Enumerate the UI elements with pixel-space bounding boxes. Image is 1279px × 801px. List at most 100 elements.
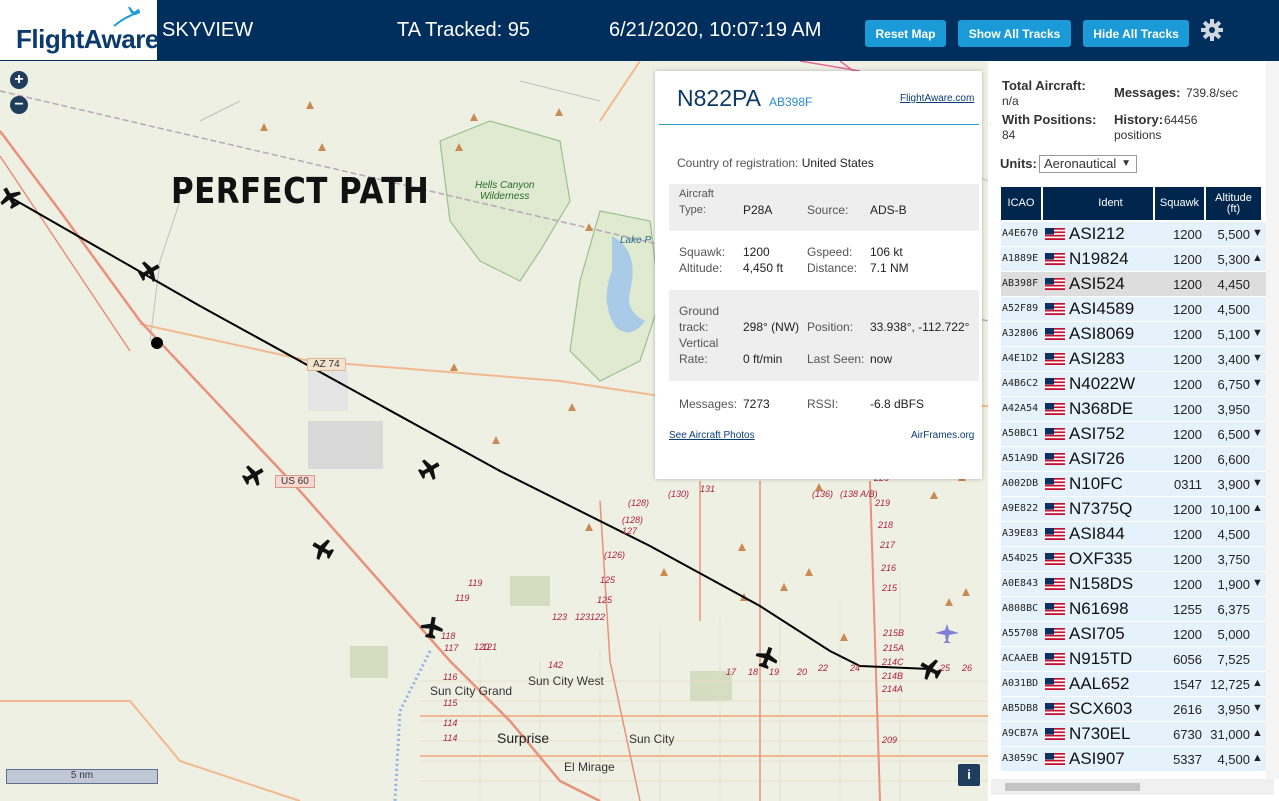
airframes-link[interactable]: AirFrames.org xyxy=(911,430,974,441)
popup-divider xyxy=(659,124,979,125)
row-icao: A1889E xyxy=(1002,253,1039,264)
row-squawk: 1200 xyxy=(1173,552,1202,567)
aircraft-photos-link[interactable]: See Aircraft Photos xyxy=(669,430,755,441)
us-flag-icon xyxy=(1045,253,1065,265)
top-bar: FlightAware SKYVIEW TA Tracked: 95 6/21/… xyxy=(0,0,1279,62)
popup-messages-label: Messages: xyxy=(679,397,738,411)
row-altitude: 3,900 xyxy=(1217,477,1250,492)
gear-icon[interactable] xyxy=(1200,18,1224,42)
messages-value: 739.8/sec xyxy=(1186,86,1239,100)
table-row[interactable]: A54D25 OXF335 1200 3,750 xyxy=(1001,547,1268,572)
info-button[interactable]: i xyxy=(958,764,980,786)
type-value: P28A xyxy=(743,203,773,217)
table-row[interactable]: AB398F ASI524 1200 4,450 xyxy=(1001,272,1268,297)
speed-block: Squawk: 1200 Gspeed: 106 kt Altitude: 4,… xyxy=(669,239,979,281)
table-row[interactable]: A9CB7A N730EL 6730 31,000 ▲ xyxy=(1001,722,1268,747)
road-number: 116 xyxy=(443,672,458,682)
with-positions-label: With Positions: xyxy=(1002,112,1097,127)
col-ident-header[interactable]: Ident xyxy=(1068,187,1155,220)
table-row[interactable]: A55708 ASI705 1200 5,000 xyxy=(1001,622,1268,647)
lastseen-label: Last Seen: xyxy=(807,352,865,366)
col-squawk-header[interactable]: Squawk xyxy=(1155,187,1206,220)
table-row[interactable]: AB5DB8 SCX603 2616 3,950 ▼ xyxy=(1001,697,1268,722)
row-squawk: 5337 xyxy=(1173,752,1202,767)
row-ident: ASI4589 xyxy=(1069,299,1135,318)
row-icao: A52F89 xyxy=(1002,303,1039,314)
horizontal-scrollbar[interactable] xyxy=(991,779,1274,795)
table-row[interactable]: A32806 ASI8069 1200 5,100 ▼ xyxy=(1001,322,1268,347)
units-label: Units: xyxy=(1000,156,1037,171)
row-squawk: 1200 xyxy=(1173,627,1202,642)
vertical-scrollbar[interactable] xyxy=(1266,61,1279,779)
us-flag-icon xyxy=(1045,478,1065,490)
row-squawk: 1200 xyxy=(1173,402,1202,417)
col-icao-header[interactable]: ICAO xyxy=(1001,187,1043,220)
row-ident: OXF335 xyxy=(1069,549,1133,568)
col-altitude-header[interactable]: Altitude (ft) xyxy=(1206,187,1263,220)
table-row[interactable]: A42A54 N368DE 1200 3,950 xyxy=(1001,397,1268,422)
table-row[interactable]: ACAAEB N915TD 6056 7,525 xyxy=(1001,647,1268,672)
label-sun-city: Sun City xyxy=(629,732,675,746)
table-row[interactable]: A031BD AAL652 1547 12,725 ▲ xyxy=(1001,672,1268,697)
us-flag-icon xyxy=(1045,428,1065,440)
table-row[interactable]: A1889E N19824 1200 5,300 ▲ xyxy=(1001,247,1268,272)
row-altitude: 6,375 xyxy=(1217,602,1250,617)
road-number: 215 xyxy=(882,583,898,593)
row-ident: SCX603 xyxy=(1069,699,1133,718)
zoom-out-button[interactable]: − xyxy=(10,96,28,114)
reset-map-button[interactable]: Reset Map xyxy=(865,20,946,47)
table-row[interactable]: A002DB N10FC 0311 3,900 ▼ xyxy=(1001,472,1268,497)
row-squawk: 1200 xyxy=(1173,327,1202,342)
history-value: 64456 positions xyxy=(1114,113,1198,142)
row-icao: A808BC xyxy=(1002,603,1039,614)
units-select[interactable]: Aeronautical ▼ xyxy=(1039,155,1137,173)
road-number: 142 xyxy=(548,660,564,670)
vrate-value: 0 ft/min xyxy=(743,352,783,366)
table-row[interactable]: A50BC1 ASI752 1200 6,500 ▼ xyxy=(1001,422,1268,447)
road-number: (130) xyxy=(668,489,690,499)
road-number: (126) xyxy=(604,550,626,560)
row-altitude: 5,300 xyxy=(1217,252,1250,267)
table-row[interactable]: A4E670 ASI212 1200 5,500 ▼ xyxy=(1001,222,1268,247)
with-positions-value: 84 xyxy=(1002,128,1016,142)
chevron-down-icon: ▼ xyxy=(1121,158,1131,169)
popup-hex-code[interactable]: AB398F xyxy=(769,95,812,109)
scroll-thumb[interactable] xyxy=(1005,783,1140,791)
row-altitude: 6,500 xyxy=(1217,427,1250,442)
table-row[interactable]: A9E822 N7375Q 1200 10,100 ▲ xyxy=(1001,497,1268,522)
hide-all-tracks-button[interactable]: Hide All Tracks xyxy=(1083,20,1189,47)
row-altitude: 4,500 xyxy=(1217,527,1250,542)
road-number: 114 xyxy=(443,733,458,743)
table-row[interactable]: A52F89 ASI4589 1200 4,500 xyxy=(1001,297,1268,322)
flightaware-link[interactable]: FlightAware.com xyxy=(900,93,974,104)
show-all-tracks-button[interactable]: Show All Tracks xyxy=(958,20,1071,47)
row-ident: ASI726 xyxy=(1069,449,1125,468)
altitude-trend-icon: ▲ xyxy=(1252,252,1263,264)
row-altitude: 4,500 xyxy=(1217,302,1250,317)
aircraft-detail-popup: N822PA AB398F FlightAware.com Country of… xyxy=(655,71,982,479)
table-row[interactable]: A4E1D2 ASI283 1200 3,400 ▼ xyxy=(1001,347,1268,372)
position-label: Position: xyxy=(807,320,854,334)
table-row[interactable]: A3059C ASI907 5337 4,500 ▲ xyxy=(1001,747,1268,772)
us-flag-icon xyxy=(1045,703,1065,715)
squawk-label: Squawk: xyxy=(679,245,726,259)
row-squawk: 1200 xyxy=(1173,277,1202,292)
row-squawk: 1200 xyxy=(1173,452,1202,467)
table-row[interactable]: A4B6C2 N4022W 1200 6,750 ▼ xyxy=(1001,372,1268,397)
table-row[interactable]: A51A9D ASI726 1200 6,600 xyxy=(1001,447,1268,472)
altitude-trend-icon: ▼ xyxy=(1252,227,1263,239)
row-icao: AB5DB8 xyxy=(1002,703,1039,714)
row-altitude: 5,100 xyxy=(1217,327,1250,342)
type-block: Aircraft Type: P28A Source: ADS-B xyxy=(669,184,979,231)
app-title: SKYVIEW xyxy=(162,19,254,41)
row-icao: A9E822 xyxy=(1002,503,1039,514)
row-squawk: 1255 xyxy=(1173,602,1202,617)
table-row[interactable]: A808BC N61698 1255 6,375 xyxy=(1001,597,1268,622)
flightaware-logo[interactable]: FlightAware xyxy=(0,0,159,60)
zoom-in-button[interactable]: + xyxy=(10,71,28,89)
road-number: 120 xyxy=(474,642,490,652)
row-altitude: 10,100 xyxy=(1210,502,1250,517)
table-row[interactable]: A0E843 N158DS 1200 1,900 ▼ xyxy=(1001,572,1268,597)
table-row[interactable]: A39E83 ASI844 1200 4,500 xyxy=(1001,522,1268,547)
road-number: (128) xyxy=(622,515,644,525)
